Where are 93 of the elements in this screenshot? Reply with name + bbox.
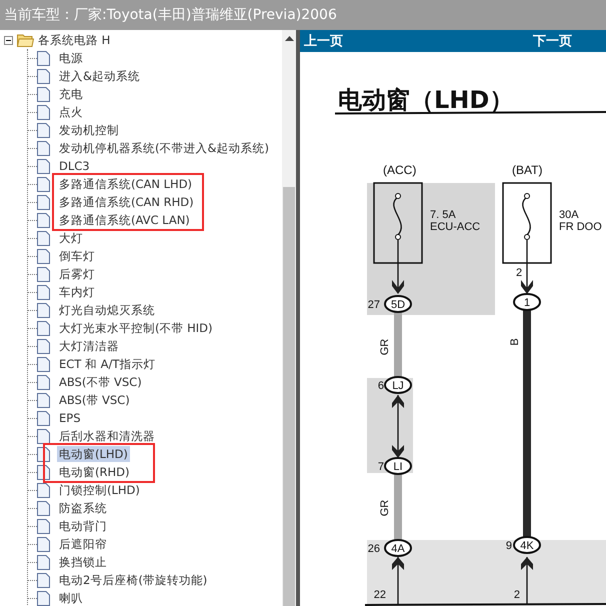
tree-item[interactable]: 喇叭 xyxy=(57,590,85,606)
tree-item[interactable]: ABS(带 VSC) xyxy=(57,392,132,408)
previous-page-link[interactable]: 上一页 xyxy=(304,32,343,50)
pin-number: 2 xyxy=(516,267,522,279)
scroll-up-icon[interactable] xyxy=(284,36,294,41)
document-icon xyxy=(37,122,50,138)
supply-label: (ACC) xyxy=(383,163,416,177)
tree-item[interactable]: 进入&起动系统 xyxy=(57,68,142,84)
tree-item[interactable]: 后雾灯 xyxy=(57,266,97,282)
document-icon xyxy=(37,248,50,264)
document-icon xyxy=(37,140,50,156)
document-icon xyxy=(37,356,50,372)
fuse-name: FR DOO xyxy=(559,221,602,233)
document-icon xyxy=(37,590,50,606)
document-icon xyxy=(37,410,50,426)
tree-item[interactable]: DLC3 xyxy=(57,158,92,174)
pin-number: 7 xyxy=(378,461,384,473)
tree-item[interactable]: 多路通信系统(AVC LAN) xyxy=(57,212,192,228)
diagram-title: 电动窗（LHD） xyxy=(338,86,514,114)
tree-item[interactable]: 大灯光束水平控制(不带 HID) xyxy=(57,320,215,336)
document-icon xyxy=(37,518,50,534)
wire-color-label: B xyxy=(509,338,521,346)
wire-color-label: GR xyxy=(379,338,391,356)
pin-number: 27 xyxy=(368,299,380,311)
pin-number: 9 xyxy=(506,540,512,552)
fuse-rating: 30A xyxy=(559,209,579,221)
tree-item[interactable]: 电动窗(RHD) xyxy=(57,464,132,480)
tree-item[interactable]: 多路通信系统(CAN LHD) xyxy=(57,176,194,192)
tree-item[interactable]: 防盗系统 xyxy=(57,500,109,516)
document-icon xyxy=(37,428,50,444)
pin-number: 26 xyxy=(368,543,380,555)
connector-label: 4A xyxy=(391,543,405,555)
document-icon xyxy=(37,338,50,354)
tree-item[interactable]: 灯光自动熄灭系统 xyxy=(57,302,157,318)
document-icon xyxy=(37,50,50,66)
document-icon xyxy=(37,230,50,246)
tree-item[interactable]: 多路通信系统(CAN RHD) xyxy=(57,194,196,210)
connector-label: LJ xyxy=(392,380,404,392)
tree-item[interactable]: 点火 xyxy=(57,104,85,120)
tree-item[interactable]: 充电 xyxy=(57,86,85,102)
document-icon xyxy=(37,212,50,228)
tree-item[interactable]: 倒车灯 xyxy=(57,248,97,264)
document-icon xyxy=(37,104,50,120)
tree-item[interactable]: 车内灯 xyxy=(57,284,97,300)
document-icon xyxy=(37,266,50,282)
fuse-rating: 7. 5A xyxy=(430,209,456,221)
document-icon xyxy=(37,500,50,516)
tree-item[interactable]: 电源 xyxy=(57,50,85,66)
document-icon xyxy=(37,158,50,174)
next-page-link[interactable]: 下一页 xyxy=(533,32,572,50)
tree-item[interactable]: 后遮阳帘 xyxy=(57,536,109,552)
pin-number: 2 xyxy=(514,589,520,601)
tree-item[interactable]: 大灯清洁器 xyxy=(57,338,121,354)
scrollbar-thumb[interactable] xyxy=(283,187,295,606)
fuse-name: ECU-ACC xyxy=(430,221,480,233)
tree-item[interactable]: 电动窗(LHD) xyxy=(57,446,130,462)
pin-number: 22 xyxy=(374,589,386,601)
wire-color-label: GR xyxy=(379,500,391,516)
document-icon xyxy=(37,482,50,498)
pin-number: 6 xyxy=(378,380,384,392)
tree-item[interactable]: 门锁控制(LHD) xyxy=(57,482,142,498)
tree-item[interactable]: 发动机停机器系统(不带进入&起动系统) xyxy=(57,140,271,156)
document-icon xyxy=(37,302,50,318)
document-icon xyxy=(37,320,50,336)
tree-item[interactable]: 大灯 xyxy=(57,230,85,246)
document-icon xyxy=(37,176,50,192)
document-icon xyxy=(37,68,50,84)
tree-item[interactable]: 后刮水器和清洗器 xyxy=(57,428,157,444)
collapse-icon[interactable] xyxy=(4,36,13,44)
tree-item[interactable]: ABS(不带 VSC) xyxy=(57,374,144,390)
connector-label: 5D xyxy=(390,299,406,311)
document-icon xyxy=(37,536,50,552)
document-icon xyxy=(37,194,50,210)
tree-item[interactable]: EPS xyxy=(57,410,83,426)
document-icon xyxy=(37,572,50,588)
tree-item[interactable]: ECT 和 A/T指示灯 xyxy=(57,356,158,372)
tree-item[interactable]: 电动2号后座椅(带旋转功能) xyxy=(57,572,210,588)
tree-item[interactable]: 各系统电路 H xyxy=(38,32,110,48)
vehicle-title: 当前车型：厂家:Toyota(丰田)普瑞维亚(Previa)2006 xyxy=(4,6,337,24)
document-icon xyxy=(37,284,50,300)
tree-item[interactable]: 电动背门 xyxy=(57,518,109,534)
document-icon xyxy=(37,392,50,408)
tree-item[interactable]: 发动机控制 xyxy=(57,122,121,138)
document-icon xyxy=(37,554,50,570)
connector-label: 4K xyxy=(520,540,534,552)
document-icon xyxy=(37,86,50,102)
connector-label: 1 xyxy=(524,297,530,309)
folder-icon xyxy=(17,34,34,46)
tree-item[interactable]: 换挡锁止 xyxy=(57,554,109,570)
scrollbar[interactable] xyxy=(282,30,296,606)
supply-label: (BAT) xyxy=(512,163,542,177)
document-icon xyxy=(37,374,50,390)
connector-label: LI xyxy=(393,461,403,473)
